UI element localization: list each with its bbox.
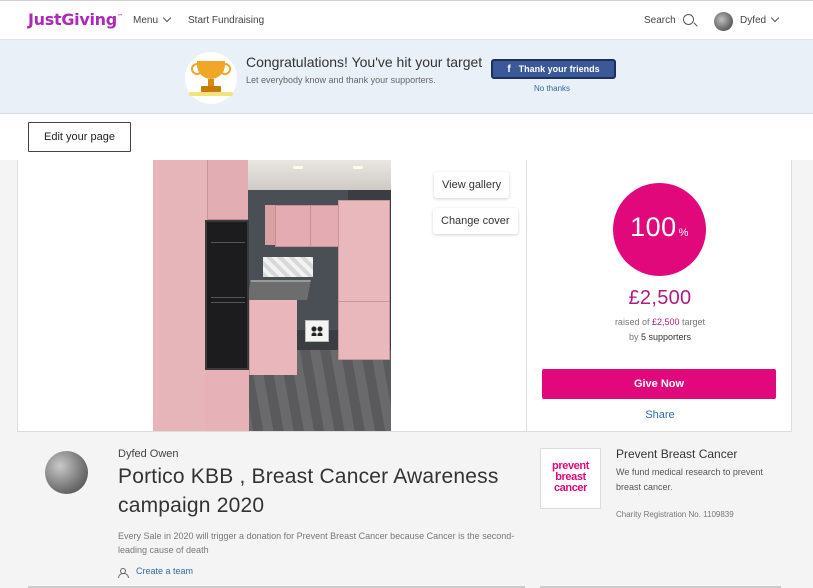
- charity-description: We fund medical research to prevent brea…: [616, 467, 763, 492]
- search-icon[interactable]: [683, 14, 694, 25]
- owner-name: Dyfed Owen: [118, 448, 179, 460]
- share-link[interactable]: Share: [527, 409, 793, 421]
- no-thanks-link[interactable]: No thanks: [534, 84, 570, 93]
- owner-avatar: [45, 451, 88, 494]
- charity-registration: Charity Registration No. 1109839: [616, 510, 734, 519]
- view-gallery-button[interactable]: View gallery: [434, 172, 510, 198]
- cover-area: [17, 160, 526, 432]
- change-cover-button[interactable]: Change cover: [433, 208, 518, 234]
- page-story: Every Sale in 2020 will trigger a donati…: [118, 531, 515, 555]
- user-menu-name[interactable]: Dyfed: [740, 15, 766, 26]
- fundraising-progress-panel: 100% £2,500 raised of £2,500 target by 5…: [526, 160, 792, 432]
- menu-button[interactable]: Menu: [133, 13, 172, 26]
- search-link[interactable]: Search: [644, 15, 676, 26]
- facebook-icon: f: [507, 64, 511, 75]
- raised-amount: £2,500: [628, 287, 692, 309]
- percent-circle: 100%: [613, 183, 706, 276]
- start-fundraising-link[interactable]: Start Fundraising: [188, 15, 264, 26]
- charity-name[interactable]: Prevent Breast Cancer: [616, 447, 737, 461]
- cover-image: [153, 160, 391, 431]
- trophy-icon: [185, 52, 237, 104]
- give-now-button[interactable]: Give Now: [542, 369, 776, 399]
- congrats-subtitle: Let everybody know and thank your suppor…: [246, 75, 436, 85]
- thank-your-friends-button[interactable]: f Thank your friends: [491, 59, 616, 79]
- user-avatar[interactable]: [714, 12, 733, 31]
- team-icon: [118, 568, 129, 578]
- edit-page-button[interactable]: Edit your page: [28, 122, 131, 152]
- top-nav: JustGiving™ Menu Start Fundraising Searc…: [0, 0, 813, 40]
- congrats-title: Congratulations! You've hit your target: [246, 54, 483, 70]
- percent-value: 100%: [630, 212, 689, 242]
- page-title: Portico KBB , Breast Cancer Awareness ca…: [118, 465, 499, 517]
- chevron-down-icon: [162, 13, 172, 23]
- create-team-link[interactable]: Create a team: [136, 566, 193, 576]
- chevron-down-icon[interactable]: [770, 13, 780, 23]
- supporters-count: by 5 supporters: [628, 332, 692, 342]
- justgiving-logo[interactable]: JustGiving™: [28, 10, 123, 29]
- charity-logo[interactable]: prevent breast cancer: [540, 448, 601, 509]
- raised-of-target: raised of £2,500 target: [614, 317, 706, 327]
